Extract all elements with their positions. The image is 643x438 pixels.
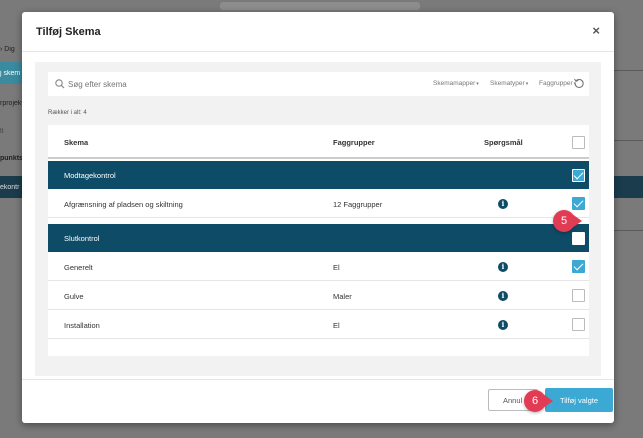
chevron-right-icon: › — [0, 46, 3, 53]
table-row[interactable]: Gulve Maler i — [48, 281, 589, 310]
caret-down-icon: ▾ — [525, 81, 529, 87]
rows-count: Rækker i alt: 4 — [48, 110, 87, 116]
table-row[interactable]: Afgrænsning af pladsen og skiltning 12 F… — [48, 189, 589, 218]
filter-schema-types[interactable]: Skematyper▾ — [490, 80, 528, 87]
background-divider — [614, 140, 643, 141]
trade-groups: Maler — [333, 292, 352, 301]
background-row: rprojekt — [0, 100, 22, 107]
callout-arrow — [572, 214, 582, 228]
group-row-modtagekontrol[interactable]: Modtagekontrol — [48, 161, 589, 189]
row-checkbox[interactable] — [572, 289, 585, 302]
close-icon[interactable]: × — [592, 23, 600, 38]
trade-groups: El — [333, 263, 340, 272]
trade-groups: 12 Faggrupper — [333, 200, 383, 209]
search-input[interactable] — [68, 76, 318, 92]
add-selected-button[interactable]: Tilføj valgte — [545, 388, 613, 412]
background-sidebar: › Dig j skem rprojekt lt punkts ekontr — [0, 0, 22, 438]
group-checkbox[interactable] — [572, 169, 585, 182]
callout-arrow — [543, 394, 553, 408]
row-checkbox[interactable] — [572, 318, 585, 331]
schema-table: Skema Faggrupper Spørgsmål Modtagekontro… — [48, 125, 589, 356]
group-row-slutkontrol[interactable]: Slutkontrol — [48, 224, 589, 252]
background-right — [614, 0, 643, 438]
schema-name: Afgrænsning af pladsen og skiltning — [64, 200, 183, 209]
group-label: Modtagekontrol — [64, 171, 116, 180]
background-divider — [614, 70, 643, 71]
info-icon[interactable]: i — [498, 320, 508, 330]
row-checkbox[interactable] — [572, 197, 585, 210]
background-dark-row — [614, 176, 643, 198]
schema-picker-panel: Skemamapper▾ Skematyper▾ Faggrupper▾ Ræk… — [35, 62, 601, 376]
search-icon — [55, 79, 65, 89]
group-checkbox[interactable] — [572, 232, 585, 245]
column-header-schema[interactable]: Skema — [64, 138, 88, 147]
background-row: punkts — [0, 155, 22, 162]
modal-header: Tilføj Skema × — [22, 12, 614, 52]
caret-down-icon: ▾ — [476, 81, 479, 87]
table-row[interactable]: Installation El i — [48, 310, 589, 339]
info-icon[interactable]: i — [498, 291, 508, 301]
trade-groups: El — [333, 321, 340, 330]
search-bar: Skemamapper▾ Skematyper▾ Faggrupper▾ — [48, 72, 589, 96]
add-schema-modal: Tilføj Skema × Skemamapper▾ Skematyper▾ … — [22, 12, 614, 423]
row-checkbox[interactable] — [572, 260, 585, 273]
background-row: lt — [0, 128, 4, 135]
background-topbar — [220, 2, 420, 10]
filter-trade-groups[interactable]: Faggrupper▾ — [539, 80, 576, 87]
select-all-checkbox[interactable] — [572, 136, 585, 149]
background-row: j skem — [0, 70, 21, 77]
table-row[interactable]: Generelt El i — [48, 252, 589, 281]
column-header-trade-groups[interactable]: Faggrupper — [333, 138, 375, 147]
info-icon[interactable]: i — [498, 199, 508, 209]
modal-footer: Annul Tilføj valgte 6 — [22, 379, 614, 423]
schema-name: Installation — [64, 321, 100, 330]
filter-schema-folders[interactable]: Skemamapper▾ — [433, 80, 479, 87]
schema-name: Gulve — [64, 292, 84, 301]
info-icon[interactable]: i — [498, 262, 508, 272]
modal-title: Tilføj Skema — [36, 26, 101, 38]
reset-icon[interactable] — [573, 77, 585, 89]
group-label: Slutkontrol — [64, 234, 100, 243]
table-header: Skema Faggrupper Spørgsmål — [48, 125, 589, 159]
column-header-questions[interactable]: Spørgsmål — [484, 138, 523, 147]
background-divider — [614, 230, 643, 231]
schema-name: Generelt — [64, 263, 93, 272]
background-row: ekontr — [0, 184, 20, 191]
background-row: › Dig — [0, 46, 15, 53]
